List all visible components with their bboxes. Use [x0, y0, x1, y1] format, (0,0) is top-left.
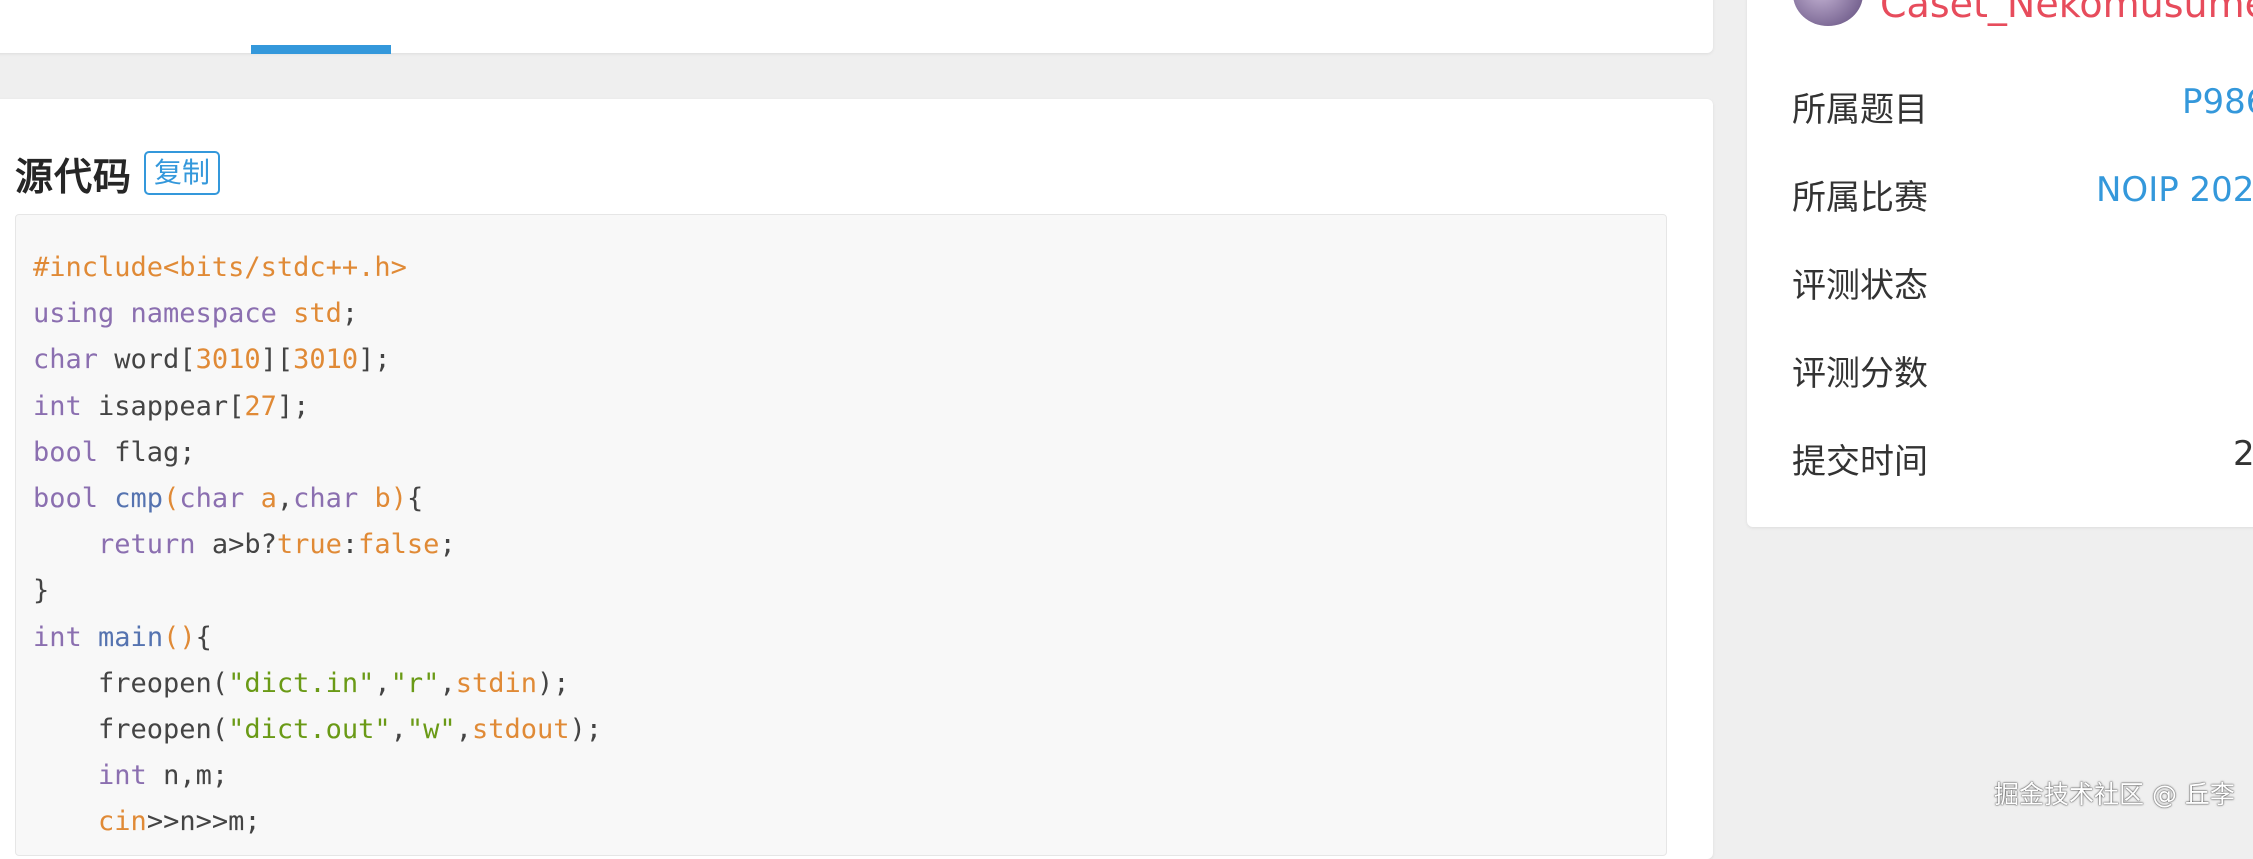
code-line: int n,m;: [98, 760, 229, 792]
source-header: 源代码 复制: [15, 148, 221, 199]
copy-button[interactable]: 复制: [144, 151, 221, 195]
info-label-contest: 所属比赛: [1792, 178, 1928, 218]
code-line: int main(){: [33, 621, 212, 653]
code-line: using namespace std;: [33, 298, 359, 330]
active-tab-indicator: [251, 45, 391, 54]
code-line: cin>>n>>m;: [98, 806, 261, 838]
info-label-score: 评测分数: [1792, 354, 1928, 394]
watermark: 掘金技术社区 @ 丘李: [1994, 780, 2235, 809]
code-line: bool flag;: [33, 436, 196, 468]
info-label-submit-time: 提交时间: [1792, 442, 1928, 482]
code-line: bool cmp(char a,char b){: [33, 483, 424, 515]
code-line: freopen("dict.out","w",stdout);: [33, 714, 603, 746]
code-line: #include<bits/stdc++.h>: [33, 252, 407, 283]
code-line: char word[3010][3010];: [33, 344, 391, 376]
info-label-status: 评测状态: [1792, 266, 1928, 306]
username-link[interactable]: Caset_Nekomusume: [1880, 0, 2253, 26]
problem-link[interactable]: P986: [2182, 82, 2253, 122]
code-line: }: [33, 575, 50, 607]
source-code: #include<bits/stdc++.h> using namespace …: [33, 245, 602, 846]
contest-link[interactable]: NOIP 202: [2096, 170, 2253, 210]
source-title: 源代码: [15, 154, 133, 199]
submit-time-value: 2: [2233, 434, 2253, 474]
code-line: int isappear[27];: [33, 390, 310, 422]
info-label-problem: 所属题目: [1792, 90, 1928, 130]
code-line: freopen("dict.in","r",stdin);: [33, 667, 570, 699]
code-line: return a>b?true:false;: [98, 529, 456, 561]
